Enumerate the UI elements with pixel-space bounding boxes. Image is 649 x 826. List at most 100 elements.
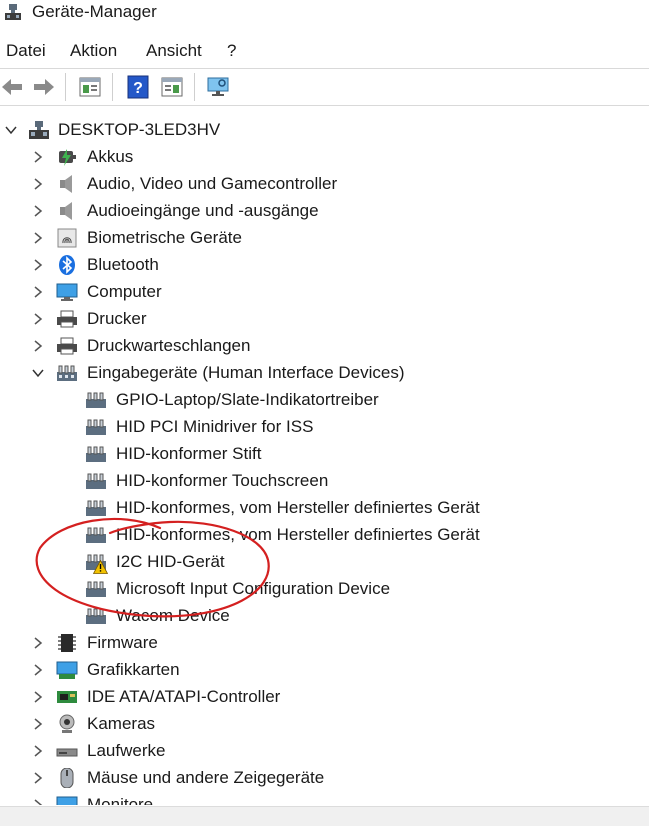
forward-arrow-icon[interactable] [32, 75, 56, 99]
tree-category-audio-io[interactable]: Audioeingänge und -ausgänge [0, 198, 649, 225]
menu-help[interactable]: ? [227, 41, 236, 61]
category-label: IDE ATA/ATAPI-Controller [87, 687, 281, 706]
hid-icon [86, 527, 106, 543]
device-label: HID PCI Minidriver for ISS [116, 417, 314, 436]
chevron-right-icon[interactable] [31, 717, 45, 731]
chevron-right-icon[interactable] [31, 150, 45, 164]
tree-category-monitors[interactable]: Monitore [0, 792, 649, 805]
tree-device-i2c-hid[interactable]: I2C HID-Gerät [0, 549, 649, 576]
warning-icon [93, 560, 108, 574]
scan-hardware-icon[interactable] [206, 75, 230, 99]
menu-aktion[interactable]: Aktion [70, 41, 117, 61]
back-arrow-icon[interactable] [0, 75, 24, 99]
device-tree: DESKTOP-3LED3HV Akkus Audio, Video und G… [0, 115, 649, 805]
device-label: HID-konformer Touchscreen [116, 471, 329, 490]
printer-icon [57, 337, 77, 355]
hid-icon [86, 419, 106, 435]
tree-category-print-queues[interactable]: Druckwarteschlangen [0, 333, 649, 360]
chevron-right-icon[interactable] [31, 798, 45, 805]
hid-icon [86, 473, 106, 489]
category-label: Bluetooth [87, 255, 159, 274]
speaker-icon [60, 175, 72, 193]
device-label: HID-konformes, vom Hersteller definierte… [116, 498, 480, 517]
tree-device-hid-touchscreen[interactable]: HID-konformer Touchscreen [0, 468, 649, 495]
chevron-right-icon[interactable] [31, 204, 45, 218]
tree-category-computer[interactable]: Computer [0, 279, 649, 306]
chevron-right-icon[interactable] [31, 285, 45, 299]
category-label: Grafikkarten [87, 660, 180, 679]
category-label: Drucker [87, 309, 147, 328]
help-icon[interactable]: ? [126, 75, 150, 99]
tree-category-display-adapters[interactable]: Grafikkarten [0, 657, 649, 684]
device-label: Microsoft Input Configuration Device [116, 579, 391, 598]
tree-category-biometric[interactable]: Biometrische Geräte [0, 225, 649, 252]
tree-category-bluetooth[interactable]: Bluetooth [0, 252, 649, 279]
tree-category-firmware[interactable]: Firmware [0, 630, 649, 657]
monitor-icon [56, 796, 78, 805]
chevron-right-icon[interactable] [31, 636, 45, 650]
category-label: Audioeingänge und -ausgänge [87, 201, 319, 220]
svg-text:?: ? [133, 80, 143, 97]
chevron-right-icon[interactable] [31, 231, 45, 245]
device-label: Wacom Device [116, 606, 230, 625]
computer-tree-icon [29, 121, 49, 139]
tree-device-ms-input-config[interactable]: Microsoft Input Configuration Device [0, 576, 649, 603]
device-label: I2C HID-Gerät [116, 552, 225, 571]
chevron-down-icon[interactable] [31, 366, 45, 380]
tree-category-drives[interactable]: Laufwerke [0, 738, 649, 765]
chevron-right-icon[interactable] [31, 690, 45, 704]
tree-category-audio-video[interactable]: Audio, Video und Gamecontroller [0, 171, 649, 198]
hid-icon [86, 608, 106, 624]
category-label: Audio, Video und Gamecontroller [87, 174, 338, 193]
category-label: Biometrische Geräte [87, 228, 242, 247]
tree-device-hid-pci[interactable]: HID PCI Minidriver for ISS [0, 414, 649, 441]
chevron-down-icon[interactable] [4, 123, 18, 137]
drive-icon [56, 748, 78, 757]
tree-category-akkus[interactable]: Akkus [0, 144, 649, 171]
category-label: Kameras [87, 714, 156, 733]
monitor-icon [56, 283, 78, 301]
chevron-right-icon[interactable] [31, 744, 45, 758]
menu-datei[interactable]: Datei [6, 41, 46, 61]
battery-icon [59, 149, 76, 166]
chevron-right-icon[interactable] [31, 177, 45, 191]
chevron-right-icon[interactable] [31, 663, 45, 677]
category-label: Laufwerke [87, 741, 166, 760]
category-label: Mäuse und andere Zeigegeräte [87, 768, 325, 787]
tree-device-hid-stift[interactable]: HID-konformer Stift [0, 441, 649, 468]
show-hidden-icon[interactable] [160, 75, 184, 99]
toolbar-separator [65, 73, 66, 101]
category-label: Monitore [87, 795, 154, 805]
tree-device-gpio[interactable]: GPIO-Laptop/Slate-Indikatortreiber [0, 387, 649, 414]
hid-icon [86, 392, 106, 408]
hid-icon [57, 365, 77, 381]
device-label: HID-konformes, vom Hersteller definierte… [116, 525, 480, 544]
chevron-right-icon[interactable] [31, 771, 45, 785]
toolbar: ? [0, 68, 649, 106]
status-bar [0, 806, 649, 826]
hid-icon [86, 581, 106, 597]
tree-device-wacom[interactable]: Wacom Device [0, 603, 649, 630]
category-label: Firmware [87, 633, 158, 652]
root-label: DESKTOP-3LED3HV [58, 120, 221, 139]
chevron-right-icon[interactable] [31, 258, 45, 272]
tree-category-hid[interactable]: Eingabegeräte (Human Interface Devices) [0, 360, 649, 387]
tree-root[interactable]: DESKTOP-3LED3HV [0, 117, 649, 144]
menu-ansicht[interactable]: Ansicht [146, 41, 202, 61]
menu-bar: Datei Aktion Ansicht ? [0, 40, 649, 64]
properties-icon[interactable] [78, 75, 102, 99]
tree-device-hid-vendor-2[interactable]: HID-konformes, vom Hersteller definierte… [0, 522, 649, 549]
controller-icon [57, 691, 77, 703]
window-title: Geräte-Manager [32, 2, 157, 21]
category-label: Akkus [87, 147, 134, 166]
toolbar-separator [194, 73, 195, 101]
tree-category-ide[interactable]: IDE ATA/ATAPI-Controller [0, 684, 649, 711]
tree-category-cameras[interactable]: Kameras [0, 711, 649, 738]
tree-category-mice[interactable]: Mäuse und andere Zeigegeräte [0, 765, 649, 792]
tree-device-hid-vendor-1[interactable]: HID-konformes, vom Hersteller definierte… [0, 495, 649, 522]
device-manager-icon [5, 4, 21, 20]
tree-category-printer[interactable]: Drucker [0, 306, 649, 333]
chevron-right-icon[interactable] [31, 339, 45, 353]
chevron-right-icon[interactable] [31, 312, 45, 326]
toolbar-separator [112, 73, 113, 101]
